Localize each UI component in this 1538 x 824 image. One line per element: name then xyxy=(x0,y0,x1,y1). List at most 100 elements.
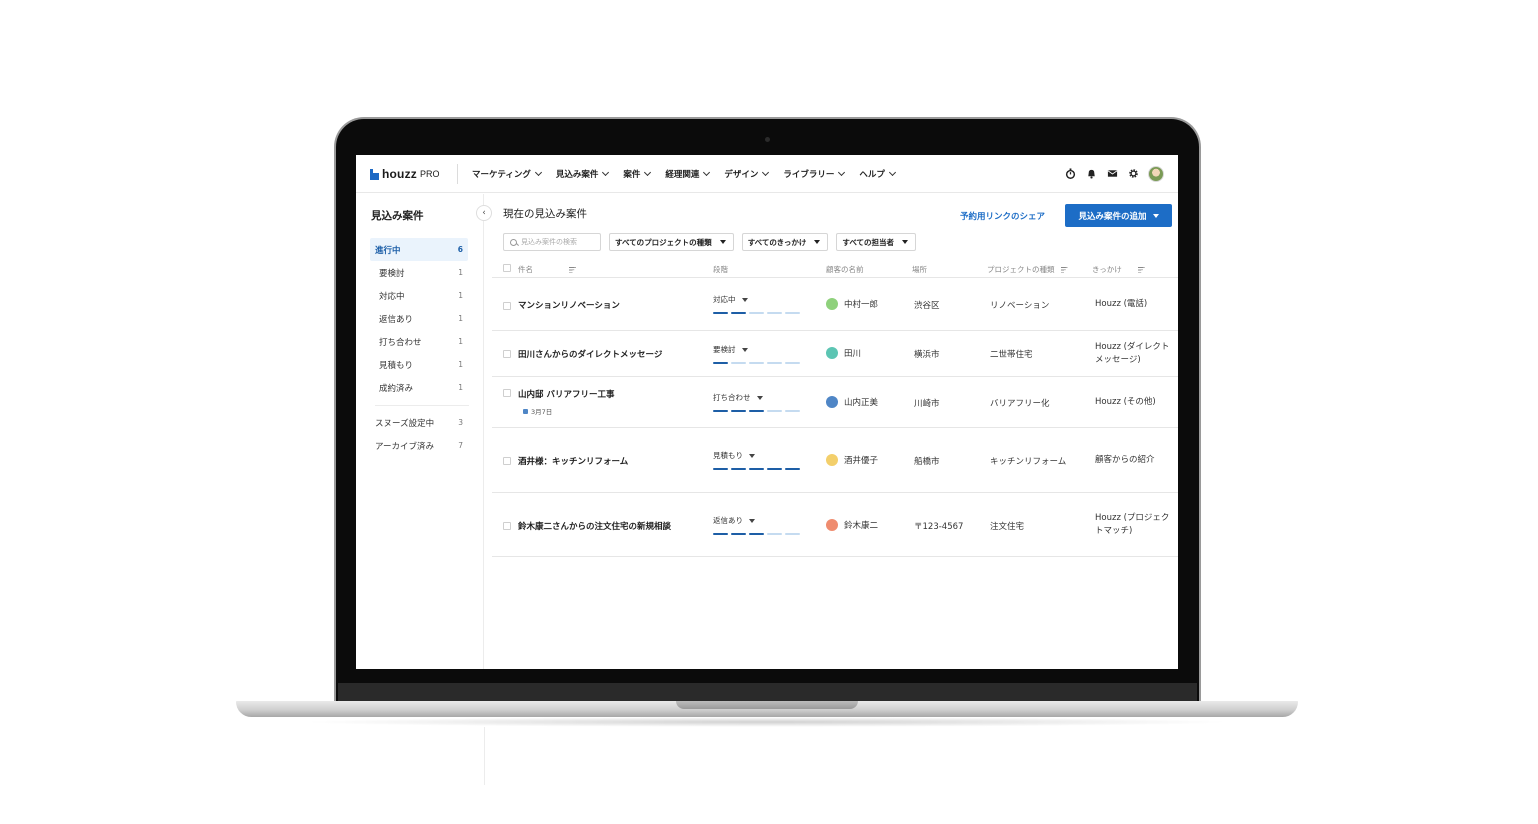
sidebar-item-estimate[interactable]: 見積もり 1 xyxy=(370,353,468,376)
table-row[interactable]: 酒井様：キッチンリフォーム 見積もり 酒井優子 船橋市 キッチンリフォーム 顧客… xyxy=(492,428,1178,493)
sidebar-item-needs-review[interactable]: 要検討 1 xyxy=(370,261,468,284)
sidebar-item-meeting[interactable]: 打ち合わせ 1 xyxy=(370,330,468,353)
stage-selector[interactable]: 要検討 xyxy=(713,344,800,364)
timer-icon[interactable] xyxy=(1064,168,1076,180)
sidebar-item-label: 対応中 xyxy=(379,291,405,302)
customer-name: 鈴木康二 xyxy=(844,521,879,531)
lead-title[interactable]: 鈴木康二さんからの注文住宅の新規相談 xyxy=(518,520,671,532)
sidebar-item-replied[interactable]: 返信あり 1 xyxy=(370,307,468,330)
stage-progress-bar xyxy=(713,312,800,314)
table-row[interactable]: 山内邸 バリアフリー工事 3月7日 打ち合わせ 山内正美 川崎市 バリアフリー化… xyxy=(492,377,1178,428)
stage-selector[interactable]: 返信あり xyxy=(713,515,800,535)
bell-icon[interactable] xyxy=(1085,168,1097,180)
search-icon xyxy=(510,238,517,246)
sidebar-item-label: 見積もり xyxy=(379,360,414,371)
column-title[interactable]: 件名 xyxy=(518,264,576,275)
nav-item-leads[interactable]: 見込み案件 xyxy=(556,168,610,180)
nav-item-library[interactable]: ライブラリー xyxy=(783,168,846,180)
sidebar-collapse-button[interactable]: ‹ xyxy=(476,205,492,221)
table-row[interactable]: 鈴木康二さんからの注文住宅の新規相談 返信あり 鈴木康二 〒123-4567 注… xyxy=(492,493,1178,557)
lead-title[interactable]: 酒井様：キッチンリフォーム xyxy=(518,455,628,467)
row-checkbox[interactable] xyxy=(503,522,511,530)
filter-assignee[interactable]: すべての担当者 xyxy=(836,233,917,251)
sidebar-item-archived[interactable]: アーカイブ済み 7 xyxy=(370,434,468,457)
row-checkbox[interactable] xyxy=(503,457,511,465)
sidebar-item-count: 1 xyxy=(458,291,463,300)
filter-origin[interactable]: すべてのきっかけ xyxy=(741,233,829,251)
lead-title[interactable]: 山内邸 バリアフリー工事 xyxy=(518,388,614,400)
select-all-checkbox[interactable] xyxy=(503,264,511,272)
top-navigation: houzz PRO マーケティング 見込み案件 案件 経理関連 デザイン ライブ… xyxy=(356,155,1178,193)
mail-icon[interactable] xyxy=(1106,168,1118,180)
customer-avatar xyxy=(826,519,838,531)
progress-segment xyxy=(749,410,764,412)
stage-label: 要検討 xyxy=(713,344,800,355)
add-lead-label: 見込み案件の追加 xyxy=(1078,211,1147,222)
progress-segment xyxy=(749,468,764,470)
row-checkbox[interactable] xyxy=(503,389,511,397)
share-booking-link[interactable]: 予約用リンクのシェア xyxy=(960,210,1045,222)
progress-segment xyxy=(749,312,764,314)
sidebar-item-count: 1 xyxy=(458,337,463,346)
nav-item-marketing[interactable]: マーケティング xyxy=(472,168,542,180)
customer-cell: 酒井優子 xyxy=(826,454,878,466)
page-title: 現在の見込み案件 xyxy=(503,208,587,220)
stage-selector[interactable]: 対応中 xyxy=(713,294,800,314)
sidebar-item-label: スヌーズ設定中 xyxy=(375,418,435,429)
stage-progress-bar xyxy=(713,533,800,535)
column-label: 段階 xyxy=(713,265,728,274)
table-row[interactable]: マンションリノベーション 対応中 中村一郎 渋谷区 リノベーション Houzz … xyxy=(492,278,1178,331)
nav-item-finance[interactable]: 経理関連 xyxy=(665,168,711,180)
caret-down-icon xyxy=(719,240,726,244)
row-checkbox[interactable] xyxy=(503,302,511,310)
user-avatar[interactable] xyxy=(1148,166,1164,182)
column-origin[interactable]: きっかけ xyxy=(1092,264,1145,275)
sidebar-item-won[interactable]: 成約済み 1 xyxy=(370,376,468,399)
nav-item-projects[interactable]: 案件 xyxy=(623,168,652,180)
caret-down-icon xyxy=(756,395,763,400)
stage-selector[interactable]: 打ち合わせ xyxy=(713,392,800,412)
project-type-cell: リノベーション xyxy=(990,301,1050,311)
stage-selector[interactable]: 見積もり xyxy=(713,450,800,470)
nav-item-help[interactable]: ヘルプ xyxy=(859,168,896,180)
search-input[interactable]: 見込み案件の検索 xyxy=(503,233,601,251)
sidebar-divider xyxy=(375,405,469,406)
sort-icon xyxy=(1060,266,1068,273)
houzz-logo[interactable]: houzz PRO xyxy=(370,166,440,182)
sidebar-item-label: 要検討 xyxy=(379,268,405,279)
chevron-down-icon xyxy=(534,168,542,177)
nav-item-design[interactable]: デザイン xyxy=(724,168,770,180)
column-label: 件名 xyxy=(518,265,533,274)
chevron-down-icon xyxy=(703,168,711,177)
lead-title[interactable]: マンションリノベーション xyxy=(518,299,620,311)
laptop-hinge xyxy=(338,683,1197,703)
sidebar-item-label: 返信あり xyxy=(379,314,414,325)
progress-segment xyxy=(749,533,764,535)
column-project-type[interactable]: プロジェクトの種類 xyxy=(987,264,1068,275)
add-lead-button[interactable]: 見込み案件の追加 xyxy=(1065,204,1172,227)
project-type-cell: バリアフリー化 xyxy=(990,399,1050,409)
lead-title[interactable]: 田川さんからのダイレクトメッセージ xyxy=(518,348,662,360)
table-row[interactable]: 田川さんからのダイレクトメッセージ 要検討 田川 横浜市 二世帯住宅 Houzz… xyxy=(492,331,1178,377)
stage-text: 返信あり xyxy=(713,516,743,525)
project-type-cell: 注文住宅 xyxy=(990,522,1025,532)
sidebar-item-responding[interactable]: 対応中 1 xyxy=(370,284,468,307)
sidebar-item-count: 1 xyxy=(458,360,463,369)
progress-segment xyxy=(713,362,728,364)
gear-icon[interactable] xyxy=(1127,168,1139,180)
column-label: プロジェクトの種類 xyxy=(987,265,1055,274)
filter-bar: 見込み案件の検索 すべてのプロジェクトの種類 すべてのきっかけ すべての担当者 xyxy=(503,233,917,251)
sidebar-item-in-progress[interactable]: 進行中 6 xyxy=(370,238,468,261)
progress-segment xyxy=(731,410,746,412)
row-checkbox[interactable] xyxy=(503,350,511,358)
origin-cell: 顧客からの紹介 xyxy=(1095,455,1155,465)
caret-down-icon xyxy=(814,240,821,244)
origin-cell: Houzz (プロジェクトマッチ) xyxy=(1095,513,1170,536)
filter-project-type[interactable]: すべてのプロジェクトの種類 xyxy=(609,233,734,251)
chevron-down-icon xyxy=(644,168,652,177)
sidebar-item-snoozed[interactable]: スヌーズ設定中 3 xyxy=(370,411,468,434)
customer-name: 田川 xyxy=(844,349,862,359)
progress-segment xyxy=(767,362,782,364)
stage-label: 対応中 xyxy=(713,294,800,305)
customer-name: 山内正美 xyxy=(844,398,879,408)
